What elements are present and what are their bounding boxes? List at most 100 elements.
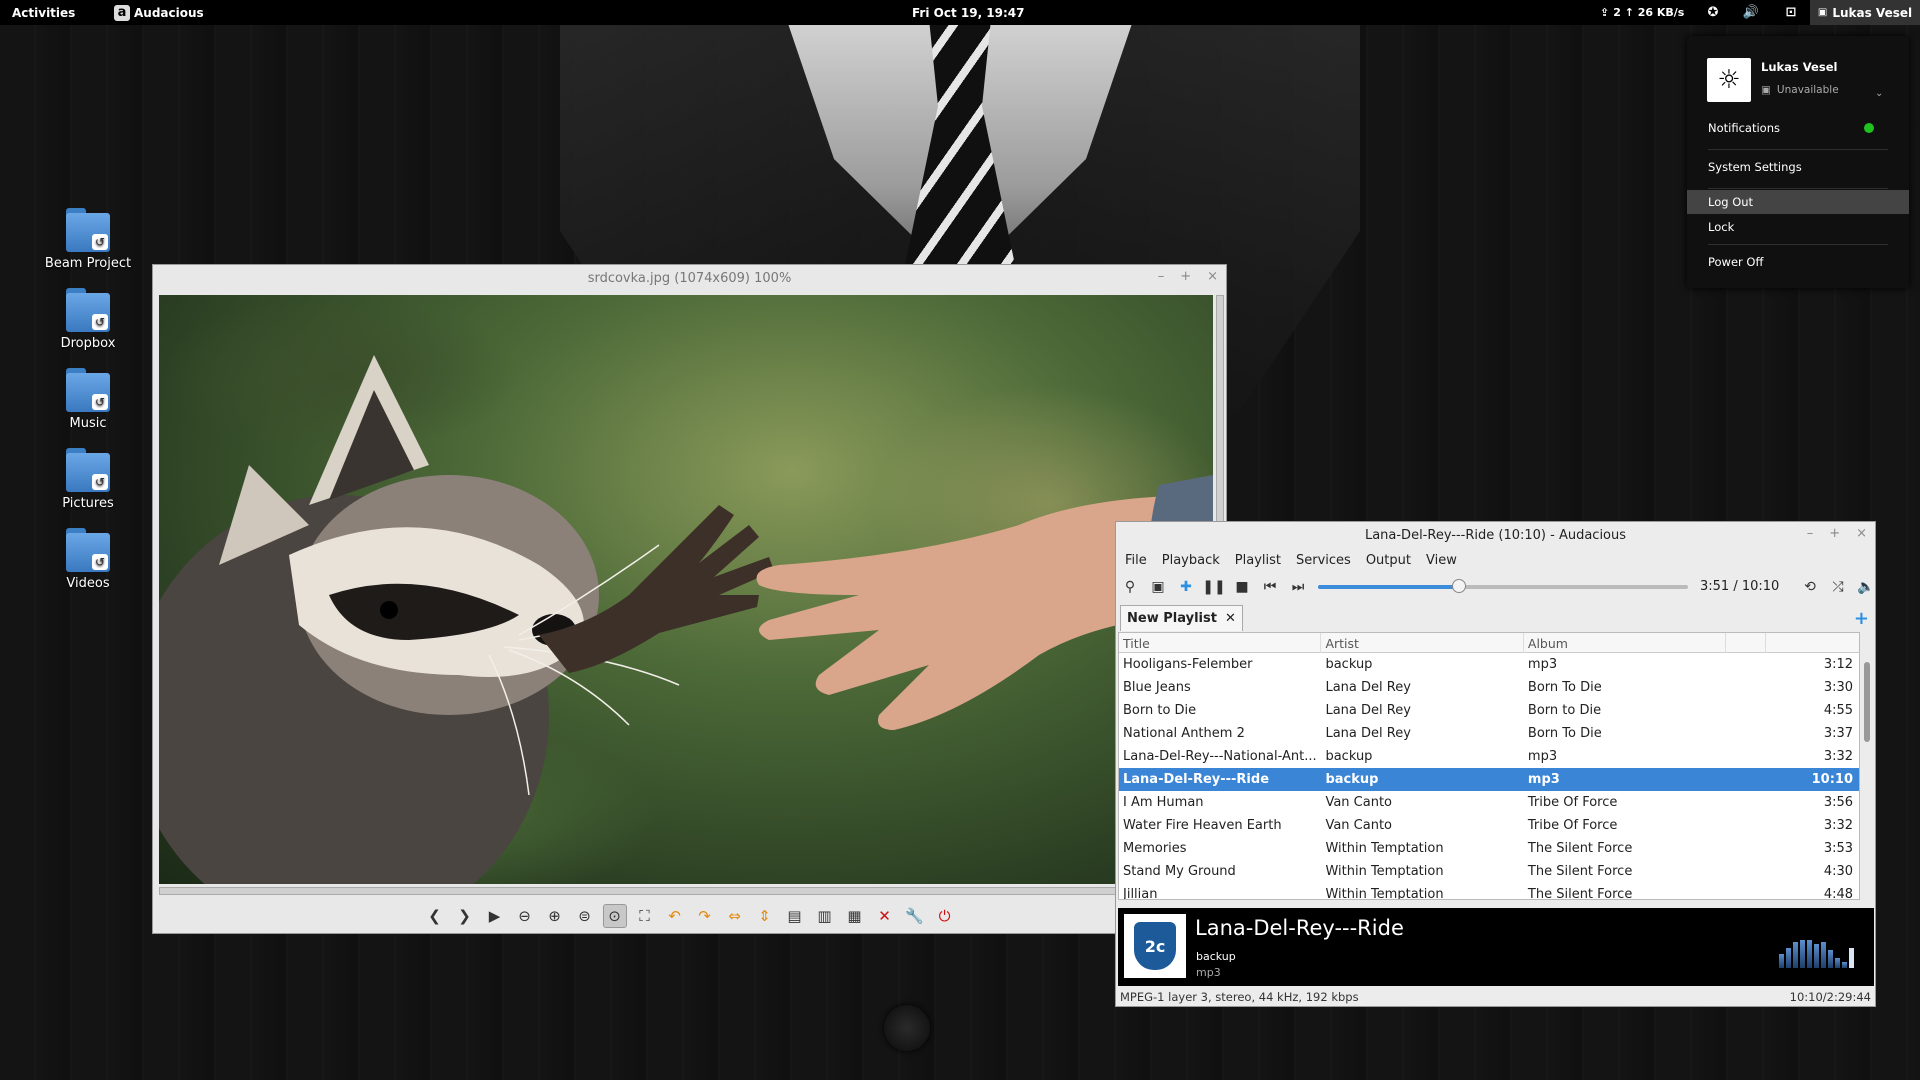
search-icon[interactable]: ⚲ [1116,574,1144,600]
minimize-icon[interactable]: – [1158,269,1165,284]
menu-view[interactable]: View [1426,553,1457,568]
avatar[interactable]: ☼ [1707,58,1751,102]
lock-item[interactable]: Lock [1687,215,1909,239]
network-menu[interactable]: ⊡ [1780,0,1802,25]
desktop-icon-videos[interactable]: ↺ Videos [40,528,136,591]
power-off-item[interactable]: Power Off [1687,250,1909,274]
cell-artist: Van Canto [1325,818,1393,833]
system-settings-item[interactable]: System Settings [1687,155,1909,179]
user-menu-button[interactable]: ▣ Lukas Vesel [1810,0,1920,25]
volume-icon[interactable]: 🔈 [1852,574,1880,600]
table-row[interactable]: Lana-Del-Rey---National-Ant... backup mp3 3… [1119,745,1859,768]
notifications-toggle[interactable] [1864,123,1874,133]
window-title[interactable]: Lana-Del-Rey---Ride (10:10) - Audacious [1116,522,1875,548]
seek-slider[interactable] [1318,579,1688,593]
cell-title: Memories [1123,841,1187,856]
status-selector[interactable]: ▣ Unavailable [1761,84,1839,96]
rotate-left-icon[interactable]: ↶ [663,904,687,928]
table-row[interactable]: Memories Within Temptation The Silent Forc… [1119,837,1859,860]
menu-playback[interactable]: Playback [1162,553,1220,568]
column-title[interactable]: Title [1119,633,1322,653]
activities-button[interactable]: Activities [12,0,75,25]
table-row[interactable]: Water Fire Heaven Earth Van Canto Tribe Of… [1119,814,1859,837]
image-canvas[interactable] [159,295,1213,884]
open-files-icon[interactable]: ▣ [1144,574,1172,600]
save-as-icon[interactable]: ▦ [843,904,867,928]
cell-title: National Anthem 2 [1123,726,1245,741]
pause-icon[interactable]: ❚❚ [1200,574,1228,600]
next-icon[interactable]: ❯ [453,904,477,928]
add-files-icon[interactable]: ✚ [1172,574,1200,600]
desktop-icon-beam-project[interactable]: ↺ Beam Project [40,208,136,271]
desktop-icon-pictures[interactable]: ↺ Pictures [40,448,136,511]
save-file-icon[interactable]: ▥ [813,904,837,928]
previous-icon[interactable]: ❮ [423,904,447,928]
menu-output[interactable]: Output [1366,553,1411,568]
column-artist[interactable]: Artist [1321,633,1524,653]
volume-menu[interactable]: 🔊 [1740,0,1762,25]
playlist-scrollbar[interactable] [1862,654,1872,899]
zoom-fit-icon[interactable]: ⊜ [573,904,597,928]
table-row[interactable]: Hooligans-Felember backup mp3 3:12 [1119,653,1859,676]
visualizer [1779,938,1854,968]
column-length[interactable] [1766,633,1859,653]
stop-icon[interactable]: ■ [1228,574,1256,600]
seek-handle[interactable] [1451,579,1466,593]
previous-track-icon[interactable]: ⏮ [1256,574,1284,600]
horizontal-scrollbar[interactable] [159,887,1215,895]
column-album[interactable]: Album [1524,633,1727,653]
column-blank[interactable] [1726,633,1767,653]
maximize-icon[interactable]: + [1180,269,1191,284]
open-file-icon[interactable]: ▤ [783,904,807,928]
zoom-in-icon[interactable]: ⊕ [543,904,567,928]
table-row[interactable]: Born to Die Lana Del Rey Born to Die 4:55 [1119,699,1859,722]
rotate-right-icon[interactable]: ↷ [693,904,717,928]
zoom-out-icon[interactable]: ⊖ [513,904,537,928]
network-monitor[interactable]: ⇪ 2 ↑ 26 KB/s [1600,0,1684,25]
close-icon[interactable]: × [1207,269,1218,284]
cell-artist: backup [1325,657,1373,672]
minimize-icon[interactable]: – [1807,526,1814,541]
preferences-icon[interactable]: 🔧 [903,904,927,928]
window-title[interactable]: srdcovka.jpg (1074x609) 100% [153,265,1226,291]
raccoon-photo [159,355,1213,884]
add-playlist-icon[interactable]: + [1854,608,1869,629]
log-out-item[interactable]: Log Out [1687,190,1909,214]
table-row[interactable]: National Anthem 2 Lana Del Rey Born To Die… [1119,722,1859,745]
flip-vertical-icon[interactable]: ⇕ [753,904,777,928]
player-controls: ⚲ ▣ ✚ ❚❚ ■ ⏮ ⏭ 3:51 / 10:10 ⟲ ⤮ 🔈 [1116,572,1875,602]
maximize-icon[interactable]: + [1829,526,1840,541]
desktop-icon-music[interactable]: ↺ Music [40,368,136,431]
menu-file[interactable]: File [1125,553,1147,568]
table-row[interactable]: Blue Jeans Lana Del Rey Born To Die 3:30 [1119,676,1859,699]
table-row[interactable]: Jillian Within Temptation The Silent Force… [1119,883,1859,899]
menu-playlist[interactable]: Playlist [1235,553,1281,568]
repeat-icon[interactable]: ⟲ [1796,574,1824,600]
table-row[interactable]: I Am Human Van Canto Tribe Of Force 3:56 [1119,791,1859,814]
menu-services[interactable]: Services [1296,553,1351,568]
flip-horizontal-icon[interactable]: ⇔ [723,904,747,928]
notifications-item[interactable]: Notifications [1687,116,1909,140]
delete-icon[interactable]: ✕ [873,904,897,928]
upload-icon: ⇪ [1600,6,1610,19]
app-menu[interactable]: a Audacious [114,0,204,25]
table-row[interactable]: Stand My Ground Within Temptation The Sile… [1119,860,1859,883]
close-icon[interactable]: × [1856,526,1867,541]
desktop-icon-dropbox[interactable]: ↺ Dropbox [40,288,136,351]
clock[interactable]: Fri Oct 19, 19:47 [912,0,1025,25]
zoom-original-icon[interactable]: ⊙ [602,904,627,928]
slideshow-icon[interactable]: ▶ [483,904,507,928]
quit-icon[interactable]: ⏻ [933,904,957,928]
image-viewer-window: srdcovka.jpg (1074x609) 100% – + × ❮ ❯ ▶… [152,264,1227,934]
shuffle-icon[interactable]: ⤮ [1824,574,1852,600]
fullscreen-icon[interactable]: ⛶ [633,904,657,928]
table-row[interactable]: Lana-Del-Rey---Ride backup mp3 10:10 [1119,768,1859,791]
tab-new-playlist[interactable]: New Playlist ✕ [1120,605,1243,631]
cell-album: Born To Die [1527,680,1602,695]
close-tab-icon[interactable]: ✕ [1225,611,1236,626]
next-track-icon[interactable]: ⏭ [1284,574,1312,600]
scrollbar-thumb[interactable] [1864,662,1870,742]
cell-artist: Lana Del Rey [1325,726,1411,741]
accessibility-menu[interactable]: ✪ [1702,0,1724,25]
chevron-down-icon[interactable]: ⌄ [1875,88,1883,99]
